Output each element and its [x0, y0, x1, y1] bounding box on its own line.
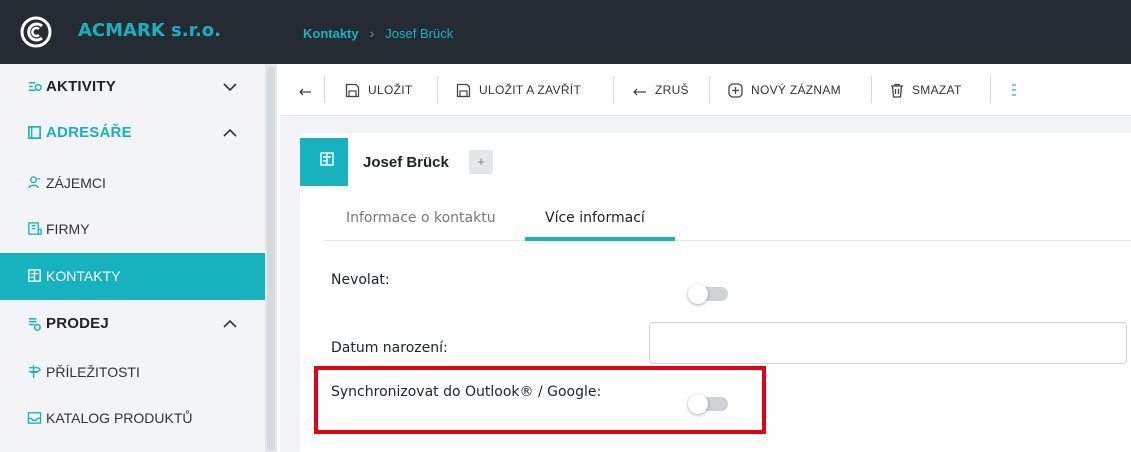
- companies-icon: [28, 222, 42, 235]
- add-circle-icon: [728, 82, 743, 98]
- chevron-up-icon[interactable]: [222, 125, 238, 141]
- record-title: Josef Brück: [363, 154, 449, 171]
- toolbar: ULOŽIT ULOŽIT A ZAVŘÍT ZRUŠ NOVÝ ZÁZNAM …: [280, 64, 1131, 116]
- sidebar: AKTIVITY ADRESÁŘE ZÁJEMCI FIRMY KONTAKTY…: [0, 64, 265, 452]
- sidebar-item-contacts[interactable]: KONTAKTY: [0, 253, 265, 300]
- sales-icon: [28, 318, 41, 331]
- company-logo-icon: [20, 16, 52, 48]
- active-tab-indicator: [525, 237, 675, 241]
- record-tabs: Informace o kontaktu Více informací: [324, 198, 1131, 241]
- save-close-icon: [456, 83, 471, 97]
- sidebar-item-label: FIRMY: [46, 221, 90, 237]
- new-record-label: NOVÝ ZÁZNAM: [751, 83, 841, 97]
- toggle-knob: [688, 284, 708, 304]
- brand-name: ACMARK s.r.o.: [78, 20, 221, 41]
- save-label: ULOŽIT: [368, 83, 413, 97]
- tab-more-info[interactable]: Více informací: [545, 210, 645, 226]
- sidebar-item-label: ZÁJEMCI: [46, 175, 106, 191]
- breadcrumb-current: Josef Brück: [385, 25, 454, 41]
- highlight-box: [314, 366, 766, 434]
- breadcrumb-separator: ›: [369, 25, 375, 41]
- back-arrow-icon: [299, 88, 311, 96]
- sidebar-item-product-catalog[interactable]: KATALOG PRODUKTŮ: [0, 395, 265, 441]
- prospects-icon: [28, 176, 41, 189]
- sidebar-item-label: KATALOG PRODUKTŮ: [46, 410, 193, 426]
- birth-date-label: Datum narození:: [331, 340, 448, 356]
- address-book-icon: [28, 126, 41, 139]
- contacts-icon: [320, 152, 334, 166]
- sidebar-item-label: PŘÍLEŽITOSTI: [46, 364, 140, 380]
- cancel-label: ZRUŠ: [655, 83, 689, 97]
- more-button[interactable]: [1011, 81, 1025, 99]
- sidebar-item-label: AKTIVITY: [46, 78, 116, 95]
- delete-button[interactable]: SMAZAT: [890, 81, 962, 99]
- do-not-call-label: Nevolat:: [331, 272, 390, 288]
- sidebar-item-activities[interactable]: AKTIVITY: [0, 64, 265, 110]
- toolbar-divider: [709, 76, 710, 103]
- toolbar-divider: [990, 76, 991, 103]
- do-not-call-toggle[interactable]: [688, 284, 732, 304]
- save-and-close-button[interactable]: ULOŽIT A ZAVŘÍT: [456, 81, 581, 99]
- save-button[interactable]: ULOŽIT: [345, 81, 412, 99]
- sidebar-scrollbar[interactable]: [265, 64, 277, 452]
- toolbar-divider: [613, 76, 614, 103]
- delete-label: SMAZAT: [912, 83, 962, 97]
- toolbar-divider: [324, 76, 325, 103]
- sidebar-item-label: ADRESÁŘE: [46, 124, 132, 141]
- save-icon: [345, 83, 360, 97]
- breadcrumb-contacts[interactable]: Kontakty: [303, 26, 359, 41]
- sidebar-item-label: KONTAKTY: [46, 268, 121, 284]
- record-type-badge: [300, 138, 348, 186]
- chevron-up-icon[interactable]: [222, 316, 238, 332]
- toolbar-divider: [437, 76, 438, 103]
- trash-icon: [891, 83, 903, 98]
- toolbar-divider: [871, 76, 872, 103]
- chevron-down-icon[interactable]: [222, 79, 238, 95]
- top-bar: ACMARK s.r.o. Kontakty › Josef Brück: [0, 0, 1131, 64]
- sidebar-item-sales[interactable]: PRODEJ: [0, 301, 265, 347]
- tab-contact-info[interactable]: Informace o kontaktu: [346, 210, 496, 226]
- birth-date-field[interactable]: [649, 322, 1127, 364]
- activities-icon: [28, 82, 42, 91]
- undo-icon: [633, 88, 646, 96]
- brand[interactable]: ACMARK s.r.o.: [0, 0, 265, 64]
- scrollbar-thumb[interactable]: [267, 66, 275, 450]
- sidebar-item-opportunities[interactable]: PŘÍLEŽITOSTI: [0, 349, 265, 395]
- cancel-button[interactable]: ZRUŠ: [632, 81, 689, 99]
- save-close-label: ULOŽIT A ZAVŘÍT: [479, 83, 582, 97]
- contacts-icon: [28, 269, 41, 282]
- sidebar-item-label: PRODEJ: [46, 315, 109, 332]
- more-vertical-icon: [1012, 84, 1016, 96]
- product-catalog-icon: [27, 412, 42, 424]
- sidebar-item-prospects[interactable]: ZÁJEMCI: [0, 160, 265, 206]
- sidebar-item-companies[interactable]: FIRMY: [0, 206, 265, 252]
- new-record-button[interactable]: NOVÝ ZÁZNAM: [728, 81, 841, 99]
- add-button[interactable]: +: [469, 150, 493, 174]
- breadcrumb: Kontakty › Josef Brück: [303, 25, 453, 41]
- opportunities-icon: [28, 364, 42, 379]
- back-button[interactable]: [298, 81, 320, 99]
- sidebar-item-directories[interactable]: ADRESÁŘE: [0, 110, 265, 156]
